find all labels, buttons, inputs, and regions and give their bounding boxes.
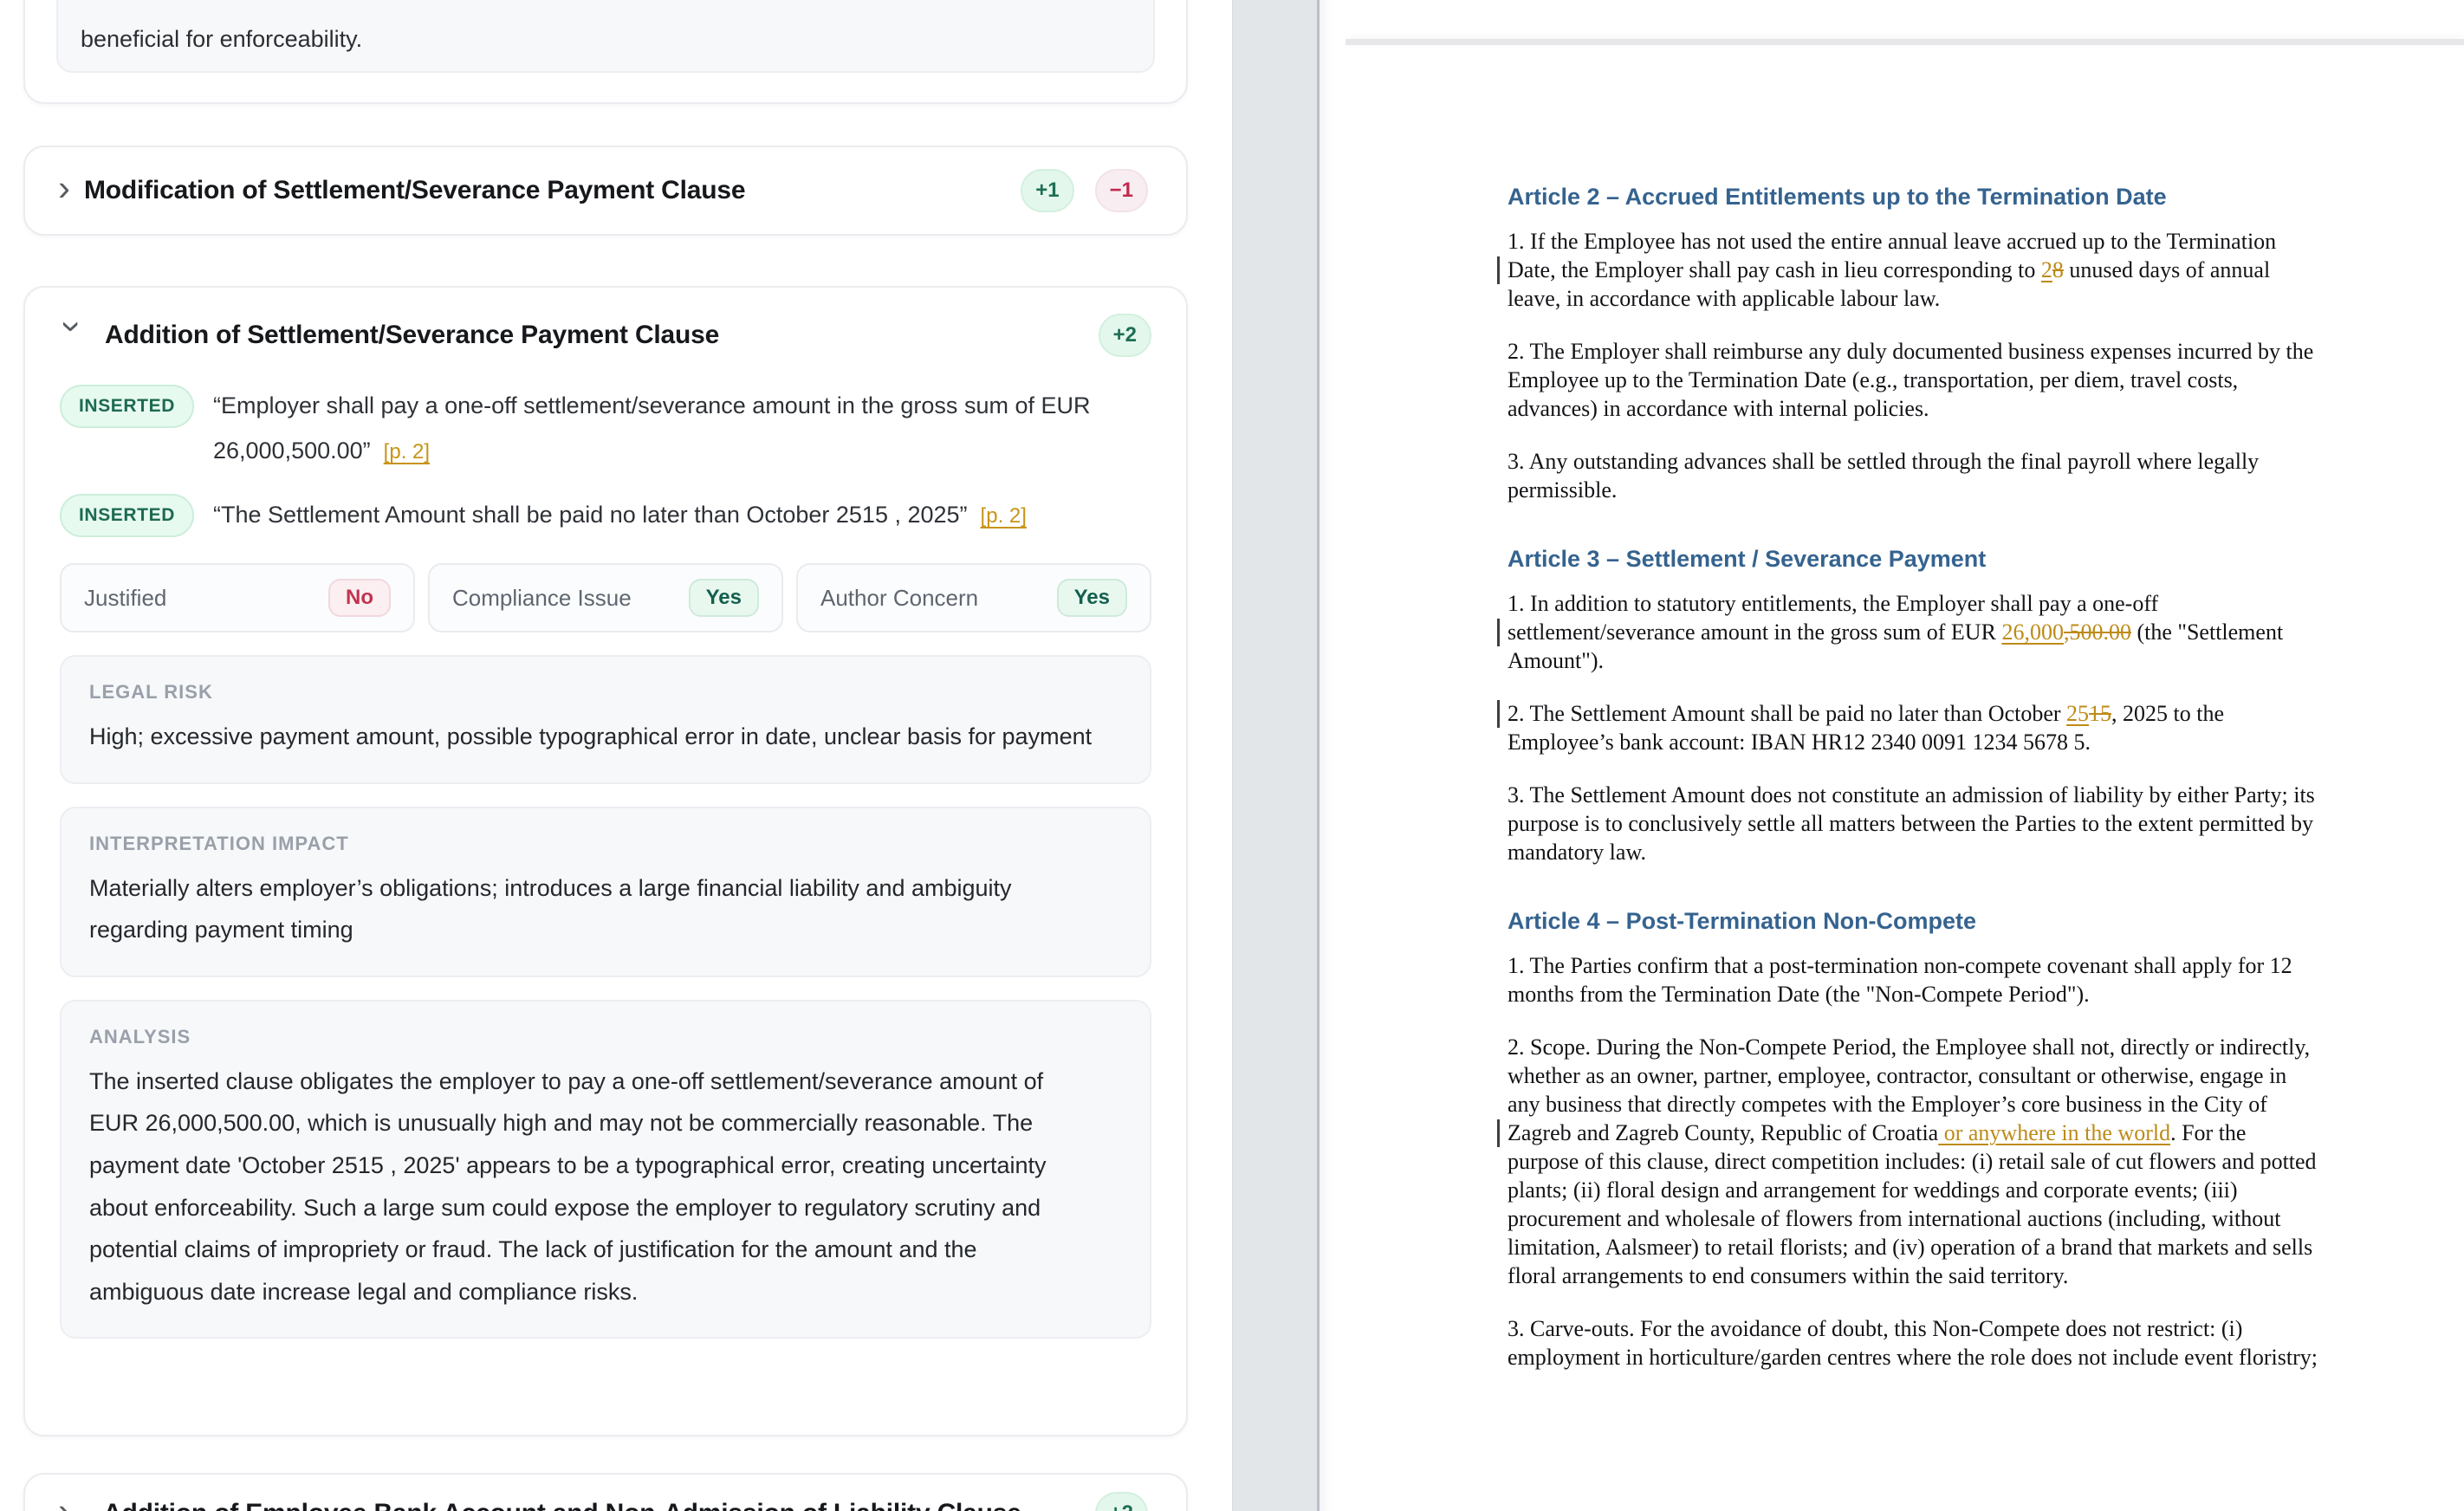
card-title: Addition of Employee Bank Account and No… (103, 1499, 1076, 1511)
flag-value-badge: No (328, 579, 391, 617)
quote-text: “The Settlement Amount shall be paid no … (213, 502, 968, 528)
analysis-section: ANALYSIS The inserted clause obligates t… (60, 1000, 1151, 1339)
card-title: Modification of Settlement/Severance Pay… (84, 176, 1021, 205)
inserted-text: 26,000 (2001, 619, 2064, 645)
change-bar (1497, 256, 1500, 284)
page-link[interactable]: [p. 2] (384, 440, 430, 464)
article-3-paragraph-1: 1. In addition to statutory entitlements… (1508, 589, 2318, 675)
article-3-heading: Article 3 – Settlement / Severance Payme… (1508, 544, 2318, 574)
deletions-badge: −1 (1095, 169, 1148, 212)
article-4-paragraph-3: 3. Carve-outs. For the avoidance of doub… (1508, 1314, 2318, 1372)
panel-resize-gutter[interactable] (1232, 0, 1320, 1511)
analysis-card-partial: beneficial for enforceability. (23, 0, 1188, 104)
deleted-text: 8 (2052, 257, 2064, 282)
inserted-quote-row: INSERTED “Employer shall pay a one-off s… (60, 383, 1151, 475)
inserted-text: 2 (2041, 257, 2052, 282)
card-header[interactable]: › Addition of Settlement/Severance Payme… (60, 314, 1151, 357)
inserted-quote: “Employer shall pay a one-off settlement… (213, 383, 1151, 475)
page-boundary (1345, 39, 2464, 45)
article-2-paragraph-3: 3. Any outstanding advances shall be set… (1508, 447, 2318, 504)
bank-account-clause-card[interactable]: › Addition of Employee Bank Account and … (23, 1473, 1188, 1511)
doc-text: 2. The Settlement Amount shall be paid n… (1508, 701, 2066, 726)
additions-badge: +2 (1099, 314, 1151, 357)
flag-author-concern: Author Concern Yes (796, 563, 1151, 632)
inserted-text: or anywhere in the world (1938, 1120, 2170, 1145)
flag-label: Compliance Issue (452, 585, 632, 612)
analysis-note-text: beneficial for enforceability. (81, 26, 1131, 53)
change-bar (1497, 700, 1500, 728)
document-page: Article 2 – Accrued Entitlements up to t… (1508, 45, 2318, 1396)
analysis-panel: beneficial for enforceability. › Modific… (0, 0, 1232, 1511)
additions-badge: +2 (1095, 1492, 1148, 1511)
section-heading: INTERPRETATION IMPACT (89, 833, 1122, 855)
legal-risk-section: LEGAL RISK High; excessive payment amoun… (60, 655, 1151, 784)
addition-clause-card: › Addition of Settlement/Severance Payme… (23, 286, 1188, 1436)
app-root: beneficial for enforceability. › Modific… (0, 0, 2464, 1511)
chevron-down-icon[interactable]: › (55, 321, 91, 347)
section-heading: LEGAL RISK (89, 681, 1122, 704)
change-bar (1497, 1119, 1500, 1147)
article-4-paragraph-2: 2. Scope. During the Non-Compete Period,… (1508, 1033, 2318, 1290)
section-body: High; excessive payment amount, possible… (89, 716, 1094, 758)
section-body: Materially alters employer’s obligations… (89, 867, 1094, 951)
deleted-text: ,500.00 (2064, 619, 2131, 645)
inserted-quote-row: INSERTED “The Settlement Amount shall be… (60, 492, 1151, 539)
doc-text: . For the purpose of this clause, direct… (1508, 1120, 2317, 1288)
flag-value-badge: Yes (689, 579, 759, 617)
inserted-text: 25 (2066, 701, 2089, 726)
change-bar (1497, 619, 1500, 646)
quote-text: “Employer shall pay a one-off settlement… (213, 392, 1091, 464)
flag-label: Justified (84, 585, 166, 612)
flag-value-badge: Yes (1057, 579, 1127, 617)
card-title: Addition of Settlement/Severance Payment… (105, 321, 1080, 350)
chevron-right-icon[interactable]: › (58, 170, 84, 206)
page-link[interactable]: [p. 2] (981, 504, 1027, 528)
inserted-badge: INSERTED (60, 385, 194, 428)
article-4-paragraph-1: 1. The Parties confirm that a post-termi… (1508, 951, 2318, 1008)
analysis-note-box: beneficial for enforceability. (56, 0, 1155, 73)
interpretation-impact-section: INTERPRETATION IMPACT Materially alters … (60, 807, 1151, 977)
inserted-quote: “The Settlement Amount shall be paid no … (213, 492, 1027, 539)
document-panel[interactable]: Article 2 – Accrued Entitlements up to t… (1320, 0, 2464, 1511)
article-4-heading: Article 4 – Post-Termination Non-Compete (1508, 906, 2318, 936)
chevron-right-icon[interactable]: › (58, 1493, 84, 1511)
flag-compliance-issue: Compliance Issue Yes (428, 563, 783, 632)
assessment-flags: Justified No Compliance Issue Yes Author… (60, 563, 1151, 632)
article-3-paragraph-2: 2. The Settlement Amount shall be paid n… (1508, 699, 2318, 756)
additions-badge: +1 (1021, 169, 1073, 212)
article-2-paragraph-1: 1. If the Employee has not used the enti… (1508, 227, 2318, 313)
article-2-paragraph-2: 2. The Employer shall reimburse any duly… (1508, 337, 2318, 423)
section-heading: ANALYSIS (89, 1026, 1122, 1048)
article-2-heading: Article 2 – Accrued Entitlements up to t… (1508, 182, 2318, 211)
section-body: The inserted clause obligates the employ… (89, 1060, 1094, 1313)
modification-clause-card[interactable]: › Modification of Settlement/Severance P… (23, 146, 1188, 236)
flag-label: Author Concern (820, 585, 978, 612)
deleted-text: 15 (2089, 701, 2111, 726)
flag-justified: Justified No (60, 563, 415, 632)
change-count-badges: +1 −1 (1021, 169, 1148, 212)
article-3-paragraph-3: 3. The Settlement Amount does not consti… (1508, 781, 2318, 866)
inserted-badge: INSERTED (60, 494, 194, 537)
